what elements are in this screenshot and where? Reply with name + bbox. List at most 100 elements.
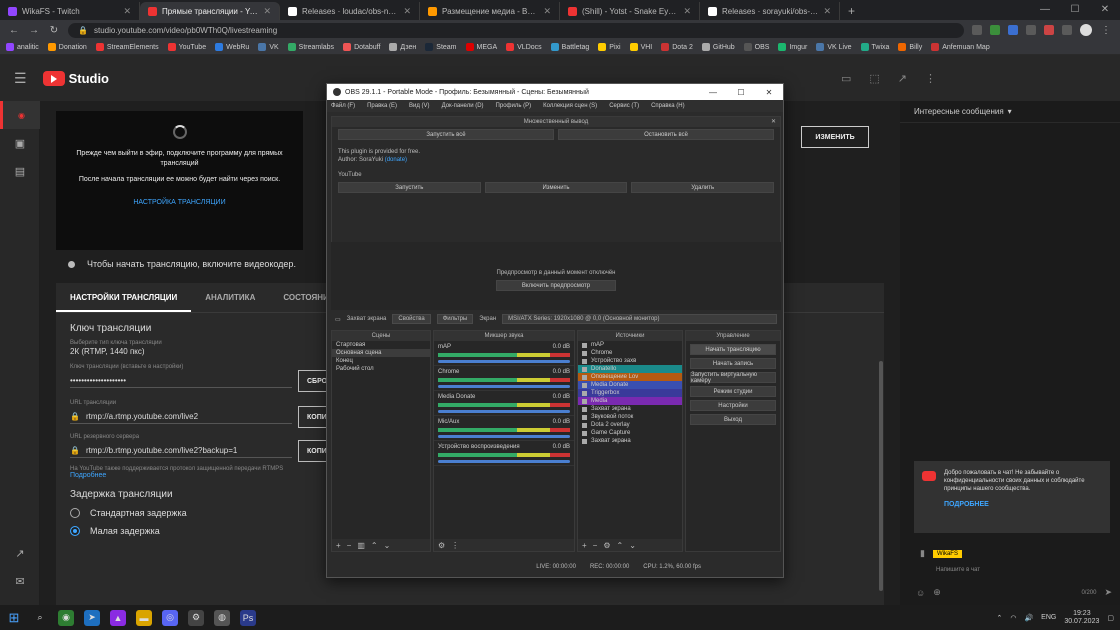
obs-menu-item[interactable]: Вид (V) xyxy=(409,103,430,109)
obs-menu-item[interactable]: Справка (H) xyxy=(651,103,685,109)
folder-icon[interactable]: ▬ xyxy=(136,609,152,626)
up-icon[interactable]: ⌃ xyxy=(617,541,624,550)
source-item[interactable]: Dota 2 overlay xyxy=(578,421,682,429)
address-bar[interactable]: 🔒 studio.youtube.com/video/pb0WTh0Q/live… xyxy=(68,22,964,38)
share-icon[interactable]: ⬚ xyxy=(869,72,879,85)
bookmark-item[interactable]: Donation xyxy=(47,43,87,51)
bookmark-item[interactable]: VK Live xyxy=(816,43,852,51)
source-item[interactable]: Захват экрана xyxy=(578,437,682,445)
close-icon[interactable]: ✕ xyxy=(1090,0,1120,20)
stream-key-field[interactable]: •••••••••••••••••••• xyxy=(70,374,292,388)
manage-icon[interactable]: ▤ xyxy=(0,157,40,185)
backup-url-field[interactable]: 🔒 rtmp://b.rtmp.youtube.com/live2?backup=… xyxy=(70,444,292,458)
bookmark-item[interactable]: Steam xyxy=(425,43,457,51)
bookmark-item[interactable]: StreamElements xyxy=(95,43,159,51)
notifications-icon[interactable]: ▢ xyxy=(1107,614,1114,622)
maximize-icon[interactable]: ☐ xyxy=(727,88,755,97)
extension-icon[interactable] xyxy=(990,25,1000,35)
telegram-icon[interactable]: ➤ xyxy=(84,609,100,626)
obs-menu-item[interactable]: Док-панели (D) xyxy=(442,103,484,109)
windows-start-icon[interactable]: ⊞ xyxy=(6,610,22,626)
obs-menu-item[interactable]: Сервис (T) xyxy=(609,103,639,109)
minimize-icon[interactable]: — xyxy=(1030,0,1060,20)
control-button[interactable]: Настройки xyxy=(690,400,776,411)
discord-icon[interactable]: ◎ xyxy=(162,609,178,626)
source-item[interactable]: Triggerbox xyxy=(578,389,682,397)
bookmark-item[interactable]: VK xyxy=(258,43,279,51)
chat-header[interactable]: Интересные сообщения ▾ xyxy=(900,101,1120,123)
menu-icon[interactable]: ⋮ xyxy=(1100,25,1112,36)
control-button[interactable]: Режим студии xyxy=(690,386,776,397)
browser-tab[interactable]: Releases · sorayuki/obs-multi-rt ✕ xyxy=(700,2,840,20)
chevron-up-icon[interactable]: ⌃ xyxy=(996,614,1002,622)
more-icon[interactable]: ⋮ xyxy=(451,541,459,550)
source-item[interactable]: Устройство захв xyxy=(578,357,682,365)
bookmark-item[interactable]: Streamlabs xyxy=(287,43,334,51)
hamburger-icon[interactable]: ☰ xyxy=(14,70,27,87)
start-all-button[interactable]: Запустить всё xyxy=(338,129,554,140)
up-icon[interactable]: ⌃ xyxy=(371,541,378,550)
remove-icon[interactable]: − xyxy=(593,541,598,550)
bookmark-item[interactable]: VHI xyxy=(629,43,652,51)
scene-item[interactable]: Конец xyxy=(332,357,430,365)
properties-button[interactable]: Свойства xyxy=(392,314,431,324)
stream-url-field[interactable]: 🔒 rtmp://a.rtmp.youtube.com/live2 xyxy=(70,410,292,424)
obs-menu-item[interactable]: Правка (E) xyxy=(367,103,397,109)
volume-slider[interactable] xyxy=(438,460,570,463)
camera-icon[interactable]: ▣ xyxy=(0,129,40,157)
source-item[interactable]: mAP xyxy=(578,341,682,349)
bookmark-item[interactable]: YouTube xyxy=(167,43,206,51)
source-item[interactable]: Media Donate xyxy=(578,381,682,389)
filter-icon[interactable]: ▥ xyxy=(357,541,365,550)
target-delete-button[interactable]: Удалить xyxy=(631,182,775,193)
obs-menu-item[interactable]: Коллекция сцен (S) xyxy=(543,103,597,109)
obs-icon[interactable]: ◍ xyxy=(214,609,230,626)
bookmark-item[interactable]: analitic xyxy=(6,43,39,51)
volume-slider[interactable] xyxy=(438,360,570,363)
extension-icon[interactable] xyxy=(972,25,982,35)
steam-icon[interactable]: ⚙ xyxy=(188,609,204,626)
bookmark-item[interactable]: Anfemuan Map xyxy=(931,43,990,51)
close-icon[interactable]: ✕ xyxy=(683,6,691,17)
clock[interactable]: 19:23 30.07.2023 xyxy=(1064,610,1099,626)
app-icon[interactable]: ▲ xyxy=(110,609,126,626)
browser-tab[interactable]: Прямые трансляции - YouTube Studio ✕ xyxy=(140,2,280,20)
bookmark-item[interactable]: Dotabuff xyxy=(343,43,380,51)
forward-icon[interactable]: → xyxy=(28,25,40,36)
add-icon[interactable]: ⊕ xyxy=(933,587,941,598)
control-button[interactable]: Запустить виртуальную камеру xyxy=(690,372,776,384)
bookmark-item[interactable]: Pixi xyxy=(598,43,621,51)
control-button[interactable]: Начать запись xyxy=(690,358,776,369)
feedback-icon[interactable]: ✉ xyxy=(0,567,40,595)
bookmark-item[interactable]: Дзен xyxy=(389,43,416,51)
close-icon[interactable]: ✕ xyxy=(771,117,776,127)
bookmark-item[interactable]: WebRu xyxy=(215,43,249,51)
language-indicator[interactable]: ENG xyxy=(1041,614,1056,621)
bookmark-item[interactable]: Twixa xyxy=(860,43,889,51)
down-icon[interactable]: ⌄ xyxy=(384,541,391,550)
scene-item[interactable]: Рабочий стол xyxy=(332,365,430,373)
browser-tab[interactable]: Releases · loudac/obs-ngshare ✕ xyxy=(280,2,420,20)
new-tab-button[interactable]: + xyxy=(840,2,863,20)
source-item[interactable]: Захват экрана xyxy=(578,405,682,413)
extension-icon[interactable] xyxy=(1062,25,1072,35)
exit-icon[interactable]: ↗ xyxy=(0,539,40,567)
bookmark-item[interactable]: Battletag xyxy=(550,43,589,51)
source-item[interactable]: Оповещение Lov xyxy=(578,373,682,381)
filters-button[interactable]: Фильтры xyxy=(436,314,474,324)
volume-slider[interactable] xyxy=(438,410,570,413)
settings-icon[interactable]: ⚙ xyxy=(438,541,445,550)
source-item[interactable]: Звуковой поток xyxy=(578,413,682,421)
chat-input[interactable]: Напишите в чат xyxy=(936,567,980,573)
source-item[interactable]: Media xyxy=(578,397,682,405)
bookmark-item[interactable]: VLDocs xyxy=(506,43,542,51)
obs-menu-item[interactable]: Файл (F) xyxy=(331,103,355,109)
edit-button[interactable]: ИЗМЕНИТЬ xyxy=(801,126,869,148)
source-item[interactable]: Chrome xyxy=(578,349,682,357)
reload-icon[interactable]: ↻ xyxy=(48,25,60,36)
close-icon[interactable]: ✕ xyxy=(543,6,551,17)
bookmark-item[interactable]: MEGA xyxy=(465,43,497,51)
volume-icon[interactable]: 🔊 xyxy=(1024,614,1033,622)
source-item[interactable]: Donatello xyxy=(578,365,682,373)
emoji-icon[interactable]: ☺ xyxy=(916,588,925,598)
